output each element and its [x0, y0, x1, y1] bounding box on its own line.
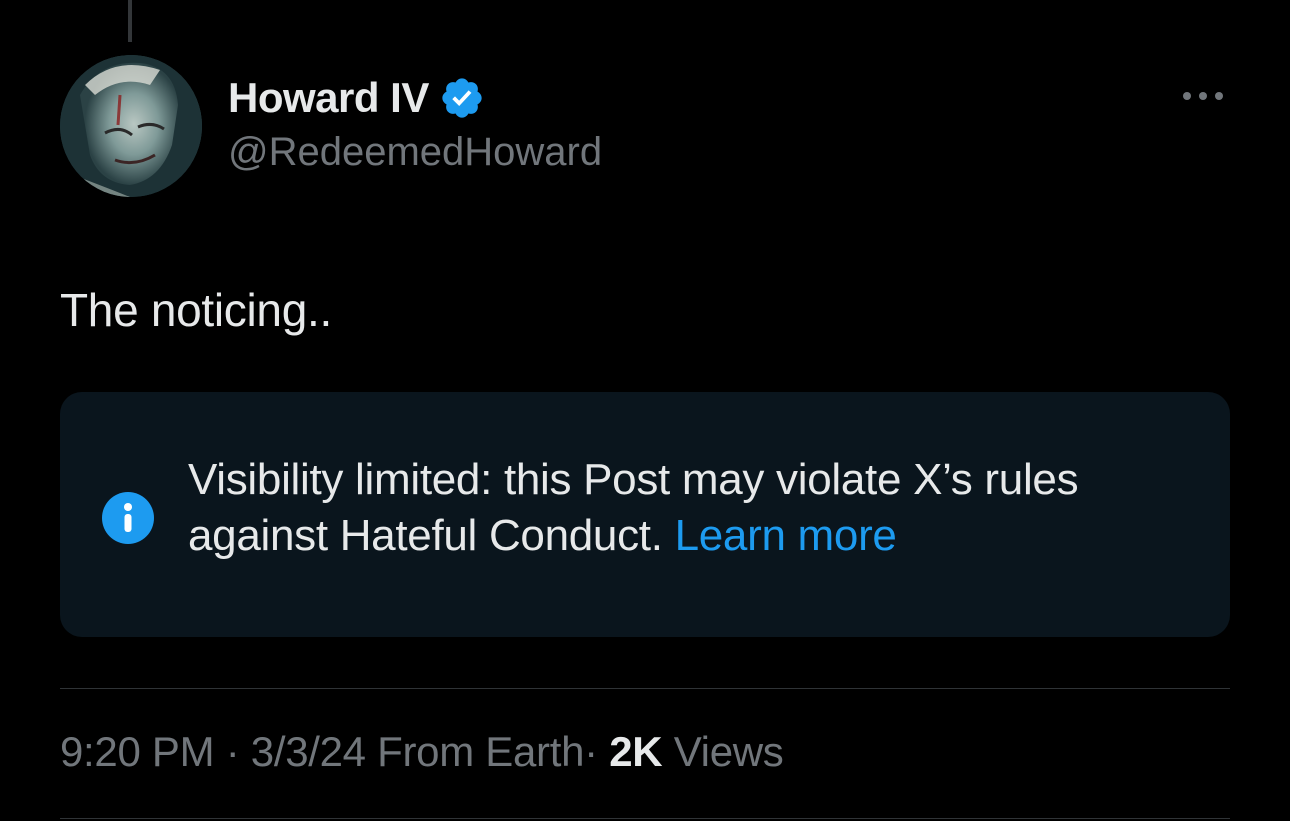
notice-text: Visibility limited: this Post may violat…	[188, 455, 1079, 560]
thread-connector-line	[128, 0, 132, 42]
verified-badge-icon[interactable]	[439, 75, 485, 121]
learn-more-link[interactable]: Learn more	[675, 511, 897, 560]
notice-message: Visibility limited: this Post may violat…	[188, 452, 1198, 564]
post-date[interactable]: 3/3/24	[251, 728, 366, 775]
avatar[interactable]	[60, 55, 202, 197]
more-options-icon[interactable]	[1180, 86, 1226, 106]
post-time[interactable]: 9:20 PM	[60, 728, 215, 775]
post-source: From Earth	[377, 728, 585, 775]
post-text: The noticing..	[60, 284, 332, 336]
info-icon	[100, 490, 156, 546]
divider	[60, 688, 1230, 689]
post-metadata: 9:20 PM · 3/3/24 From Earth· 2K Views	[60, 728, 784, 776]
author-name-row[interactable]: Howard IV	[228, 70, 485, 126]
author-handle[interactable]: @RedeemedHoward	[228, 130, 602, 175]
avatar-image	[60, 55, 202, 197]
views-count: 2K	[609, 728, 663, 775]
meta-separator: ·	[225, 728, 240, 775]
meta-separator: ·	[584, 728, 598, 775]
bottom-divider	[60, 818, 1230, 819]
views-label: Views	[673, 728, 784, 775]
visibility-notice: Visibility limited: this Post may violat…	[60, 392, 1230, 637]
author-display-name[interactable]: Howard IV	[228, 74, 429, 122]
